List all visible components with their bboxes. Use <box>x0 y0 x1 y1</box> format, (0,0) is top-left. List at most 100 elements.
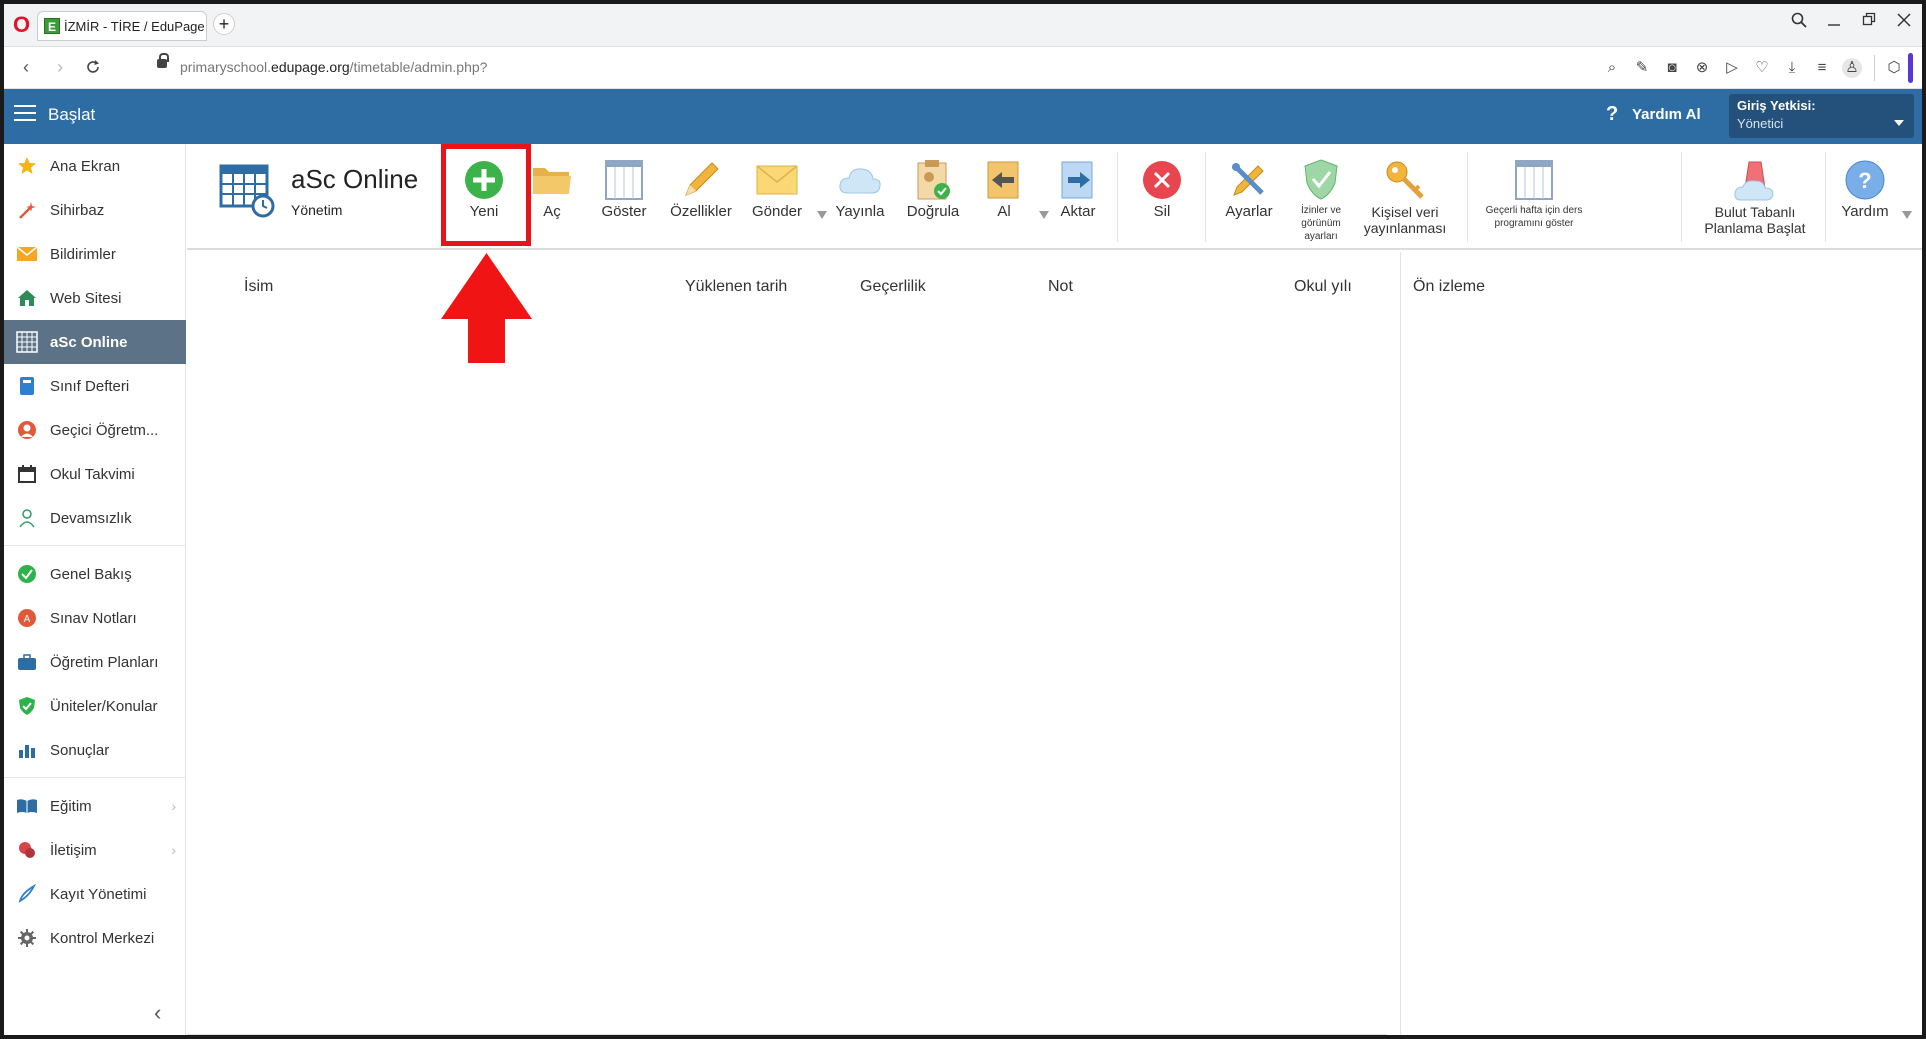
restore-icon[interactable] <box>1854 12 1884 33</box>
forward-button[interactable]: › <box>48 55 72 79</box>
verify-label: Doğrula <box>906 203 960 220</box>
import-button[interactable]: Al <box>973 154 1049 244</box>
sidebar-item-sinav-notlari[interactable]: A Sınav Notları <box>4 596 186 640</box>
sidebar-item-web-sitesi[interactable]: Web Sitesi <box>4 276 186 320</box>
delete-label: Sil <box>1153 203 1171 220</box>
sidebar-item-asc-online[interactable]: aSc Online <box>4 320 186 364</box>
export-arrow-icon <box>1056 158 1100 202</box>
sidebar-item-kayit-yonetimi[interactable]: Kayıt Yönetimi <box>4 872 186 916</box>
key-icon <box>1383 158 1427 202</box>
send-button[interactable]: Gönder <box>741 154 827 244</box>
column-header-validity[interactable]: Geçerlilik <box>860 278 926 296</box>
horizontal-scrollbar[interactable] <box>187 1034 1387 1035</box>
sidebar-item-uniteler[interactable]: Üniteler/Konular <box>4 684 186 728</box>
cloud-planning-button[interactable]: Bulut Tabanlı Planlama Başlat <box>1687 154 1823 244</box>
hamburger-menu-icon[interactable] <box>14 105 36 123</box>
toolbar-divider <box>1117 152 1118 242</box>
zoom-icon[interactable]: ⌕ <box>1602 58 1622 78</box>
column-header-school-year[interactable]: Okul yılı <box>1294 278 1352 296</box>
url-field[interactable]: primaryschool.edupage.org/timetable/admi… <box>180 59 487 75</box>
import-label: Al <box>997 203 1011 220</box>
sidebar-item-sihirbaz[interactable]: Sihirbaz <box>4 188 186 232</box>
sidebar-item-label: Kontrol Merkezi <box>50 929 155 947</box>
app-title: aSc Online <box>291 164 419 194</box>
sidebar-item-ogretim-planlari[interactable]: Öğretim Planları <box>4 640 186 684</box>
dropdown-arrow-icon[interactable] <box>817 211 827 219</box>
camera-icon[interactable]: ◙ <box>1662 58 1682 78</box>
new-tab-button[interactable]: + <box>213 13 235 35</box>
settings-button[interactable]: Ayarlar <box>1213 154 1285 244</box>
heart-icon[interactable]: ♡ <box>1752 58 1772 78</box>
cloud-planning-label: Bulut Tabanlı Planlama Başlat <box>1704 204 1806 236</box>
edit-icon[interactable]: ✎ <box>1632 58 1652 78</box>
sidebar-item-ana-ekran[interactable]: Ana Ekran <box>4 144 186 188</box>
sidebar-item-genel-bakis[interactable]: Genel Bakış <box>4 552 186 596</box>
star-icon <box>16 155 38 177</box>
envelope-icon <box>16 243 38 265</box>
personal-data-label: Kişisel veri yayınlanması <box>1363 204 1447 236</box>
shield-check-icon <box>16 695 38 717</box>
sidebar-item-iletisim[interactable]: İletişim › <box>4 828 186 872</box>
help-button[interactable]: ? Yardım <box>1832 154 1912 244</box>
adblock-icon[interactable]: ⊗ <box>1692 58 1712 78</box>
reload-button[interactable] <box>81 55 105 79</box>
cube-icon[interactable]: ⬡ <box>1884 58 1904 78</box>
sidebar-item-egitim[interactable]: Eğitim › <box>4 784 186 828</box>
help-link[interactable]: Yardım Al <box>1632 106 1701 123</box>
sidebar-item-sonuclar[interactable]: Sonuçlar <box>4 728 186 772</box>
browser-tab[interactable]: E İZMİR - TİRE / EduPage D <box>37 11 207 41</box>
column-header-name[interactable]: İsim <box>244 278 273 296</box>
person-icon <box>16 419 38 441</box>
properties-button[interactable]: Özellikler <box>665 154 737 244</box>
sidebar-item-okul-takvimi[interactable]: Okul Takvimi <box>4 452 186 496</box>
export-label: Aktar <box>1060 203 1096 220</box>
clipboard-check-icon <box>911 158 955 202</box>
new-button-highlight <box>441 144 531 246</box>
role-title: Giriş Yetkisi: <box>1737 98 1816 113</box>
show-button[interactable]: Göster <box>589 154 659 244</box>
valid-week-button[interactable]: Geçerli hafta için ders programını göste… <box>1477 154 1591 244</box>
svg-text:A: A <box>24 614 31 625</box>
sidebar-item-bildirimler[interactable]: Bildirimler <box>4 232 186 276</box>
sidebar: Ana Ekran Sihirbaz Bildirimler Web Sites… <box>4 144 186 1035</box>
verify-button[interactable]: Doğrula <box>897 154 969 244</box>
collapse-sidebar-icon[interactable]: ‹ <box>154 1000 161 1026</box>
menu-lines-icon[interactable]: ≡ <box>1812 58 1832 78</box>
role-selector[interactable]: Giriş Yetkisi: Yönetici <box>1729 94 1914 138</box>
shield-check-icon <box>1299 158 1343 202</box>
minimize-icon[interactable] <box>1819 12 1849 33</box>
publish-label: Yayınla <box>835 203 885 220</box>
column-header-note[interactable]: Not <box>1048 278 1073 296</box>
sidebar-item-label: Genel Bakış <box>50 565 132 583</box>
permissions-button[interactable]: İzinler ve görünüm ayarları <box>1287 154 1355 244</box>
lock-icon[interactable] <box>157 53 169 68</box>
download-icon[interactable]: ⤓ <box>1782 58 1802 78</box>
sidebar-item-label: Okul Takvimi <box>50 465 135 483</box>
close-window-icon[interactable] <box>1889 12 1919 33</box>
open-book-icon <box>16 795 38 817</box>
sidebar-item-gecici-ogretmen[interactable]: Geçici Öğretm... <box>4 408 186 452</box>
dropdown-arrow-icon[interactable] <box>1902 211 1912 219</box>
back-button[interactable]: ‹ <box>14 55 38 79</box>
delete-button[interactable]: Sil <box>1127 154 1197 244</box>
publish-button[interactable]: Yayınla <box>827 154 893 244</box>
start-label[interactable]: Başlat <box>48 105 95 125</box>
personal-data-button[interactable]: Kişisel veri yayınlanması <box>1357 154 1453 244</box>
valid-week-label: Geçerli hafta için ders programını göste… <box>1485 205 1583 229</box>
column-header-upload-date[interactable]: Yüklenen tarih <box>685 278 787 296</box>
gear-icon <box>16 927 38 949</box>
profile-icon[interactable]: ♙ <box>1842 58 1862 78</box>
cloud-icon <box>838 158 882 202</box>
sidebar-item-devamsizlik[interactable]: Devamsızlık <box>4 496 186 540</box>
grid-icon <box>16 331 38 353</box>
sidebar-item-kontrol-merkezi[interactable]: Kontrol Merkezi <box>4 916 186 960</box>
sidebar-item-label: Web Sitesi <box>50 289 122 307</box>
export-button[interactable]: Aktar <box>1047 154 1109 244</box>
opera-logo-icon[interactable]: O <box>13 13 33 37</box>
play-icon[interactable]: ▷ <box>1722 58 1742 78</box>
role-value: Yönetici <box>1737 116 1784 131</box>
search-tabs-icon[interactable] <box>1784 12 1814 33</box>
chevron-right-icon: › <box>171 798 176 814</box>
sidebar-item-sinif-defteri[interactable]: Sınıf Defteri <box>4 364 186 408</box>
question-icon[interactable]: ? <box>1606 103 1618 126</box>
